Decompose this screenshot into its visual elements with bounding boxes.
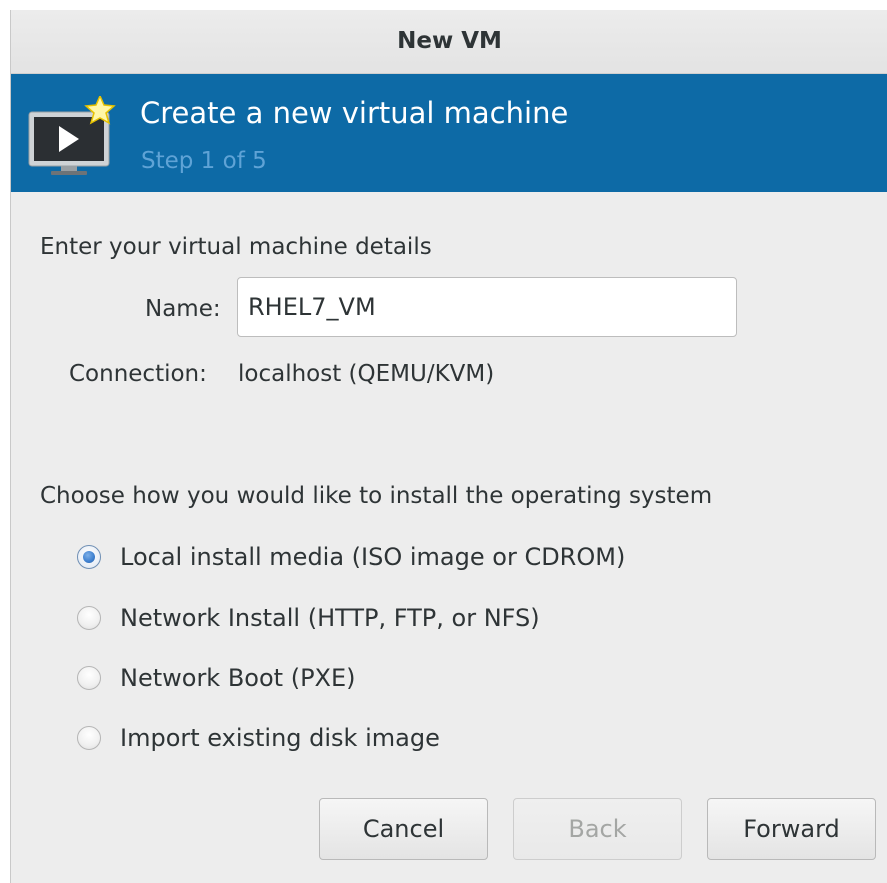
connection-label: Connection: (69, 361, 207, 387)
install-option-local-media[interactable]: Local install media (ISO image or CDROM) (77, 537, 625, 577)
install-option-label: Network Install (HTTP, FTP, or NFS) (120, 604, 540, 632)
back-button[interactable]: Back (513, 798, 682, 860)
wizard-title: Create a new virtual machine (140, 96, 569, 130)
radio-unchecked-icon[interactable] (77, 606, 101, 630)
install-option-label: Network Boot (PXE) (120, 664, 356, 692)
cancel-button[interactable]: Cancel (319, 798, 488, 860)
vm-name-input[interactable] (237, 277, 737, 337)
forward-button[interactable]: Forward (707, 798, 876, 860)
install-option-network-install[interactable]: Network Install (HTTP, FTP, or NFS) (77, 598, 540, 638)
vm-details-section-label: Enter your virtual machine details (40, 234, 432, 260)
radio-unchecked-icon[interactable] (77, 726, 101, 750)
radio-checked-icon[interactable] (77, 545, 101, 569)
install-option-label: Import existing disk image (120, 724, 440, 752)
name-label: Name: (145, 296, 221, 322)
connection-value: localhost (QEMU/KVM) (238, 361, 495, 387)
install-option-network-boot[interactable]: Network Boot (PXE) (77, 658, 356, 698)
wizard-step-indicator: Step 1 of 5 (141, 148, 267, 174)
install-option-label: Local install media (ISO image or CDROM) (120, 543, 626, 571)
new-vm-dialog: New VM Create a new virtual machine Step… (10, 10, 887, 883)
title-bar[interactable]: New VM (11, 10, 887, 74)
radio-unchecked-icon[interactable] (77, 666, 101, 690)
install-method-section-label: Choose how you would like to install the… (40, 483, 713, 509)
window-title: New VM (397, 28, 502, 54)
wizard-header-banner: Create a new virtual machine Step 1 of 5 (11, 74, 887, 192)
new-vm-monitor-icon (27, 94, 119, 180)
install-option-import-disk[interactable]: Import existing disk image (77, 718, 440, 758)
